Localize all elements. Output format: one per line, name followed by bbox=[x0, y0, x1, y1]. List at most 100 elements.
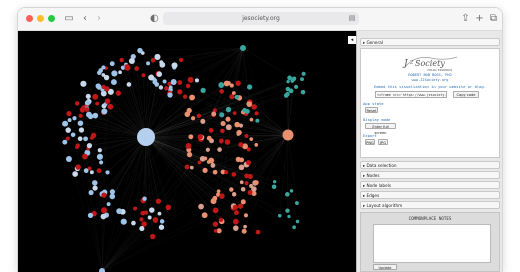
graph-node[interactable] bbox=[232, 225, 239, 231]
graph-node[interactable] bbox=[101, 73, 106, 77]
graph-node[interactable] bbox=[217, 147, 222, 152]
graph-node[interactable] bbox=[153, 218, 158, 223]
graph-node[interactable] bbox=[289, 189, 294, 193]
graph-node[interactable] bbox=[190, 116, 196, 121]
graph-node[interactable] bbox=[150, 233, 156, 240]
section-data-selection[interactable]: ▸ Data selection bbox=[360, 161, 500, 169]
graph-node[interactable] bbox=[234, 210, 239, 216]
graph-node[interactable] bbox=[189, 94, 195, 101]
graph-node[interactable] bbox=[85, 111, 92, 118]
graph-node[interactable] bbox=[234, 94, 240, 100]
graph-node[interactable] bbox=[118, 70, 122, 75]
graph-node[interactable] bbox=[170, 79, 177, 86]
graph-node[interactable] bbox=[80, 80, 87, 87]
graph-node[interactable] bbox=[184, 111, 191, 118]
graph-node[interactable] bbox=[142, 196, 147, 201]
graph-node[interactable] bbox=[107, 103, 114, 110]
graph-node[interactable] bbox=[285, 86, 291, 92]
graph-node[interactable] bbox=[72, 171, 78, 177]
graph-node[interactable] bbox=[109, 193, 116, 200]
graph-node[interactable] bbox=[241, 228, 247, 234]
graph-node[interactable] bbox=[95, 101, 100, 106]
graph-node[interactable] bbox=[255, 229, 261, 235]
graph-node[interactable] bbox=[141, 221, 147, 227]
graph-node[interactable] bbox=[198, 203, 204, 210]
graph-node[interactable] bbox=[255, 118, 260, 123]
notes-textarea[interactable] bbox=[373, 224, 491, 263]
graph-node[interactable] bbox=[72, 116, 77, 121]
graph-node[interactable] bbox=[225, 124, 232, 131]
graph-node[interactable] bbox=[287, 75, 292, 81]
graph-node[interactable] bbox=[184, 164, 190, 170]
graph-node[interactable] bbox=[285, 208, 290, 213]
graph-node[interactable] bbox=[212, 169, 218, 175]
graph-node[interactable] bbox=[243, 213, 249, 218]
graph-node[interactable] bbox=[292, 225, 296, 230]
graph-node[interactable] bbox=[67, 118, 72, 123]
graph-node[interactable] bbox=[210, 198, 217, 205]
graph-node[interactable] bbox=[205, 147, 210, 152]
graph-node[interactable] bbox=[124, 64, 130, 69]
graph-node[interactable] bbox=[218, 217, 224, 223]
graph-node[interactable] bbox=[301, 71, 306, 76]
graph-node[interactable] bbox=[120, 218, 127, 225]
graph-node[interactable] bbox=[244, 133, 249, 139]
graph-node[interactable] bbox=[295, 201, 299, 205]
graph-node[interactable] bbox=[139, 217, 144, 222]
graph-node[interactable] bbox=[65, 136, 70, 141]
graph-node[interactable] bbox=[199, 155, 206, 162]
graph-node[interactable] bbox=[187, 76, 194, 83]
graph-node[interactable] bbox=[133, 206, 137, 211]
graph-node[interactable] bbox=[249, 183, 254, 188]
graph-node[interactable] bbox=[66, 111, 72, 117]
graph-node[interactable] bbox=[249, 137, 254, 141]
graph-node[interactable] bbox=[188, 134, 194, 140]
graph-node[interactable] bbox=[88, 189, 94, 196]
graph-node[interactable] bbox=[237, 203, 244, 209]
update-notes-button[interactable]: Update bbox=[373, 264, 397, 270]
graph-node[interactable] bbox=[92, 180, 98, 186]
graph-node[interactable] bbox=[220, 128, 225, 134]
graph-node[interactable] bbox=[154, 82, 160, 87]
graph-node[interactable] bbox=[140, 210, 146, 216]
graph-node[interactable] bbox=[165, 204, 172, 211]
graph-node[interactable] bbox=[295, 219, 300, 224]
graph-node[interactable] bbox=[171, 62, 178, 69]
graph-node[interactable] bbox=[141, 73, 146, 78]
graph-node[interactable] bbox=[84, 107, 90, 112]
graph-node[interactable] bbox=[109, 189, 116, 195]
graph-node[interactable] bbox=[158, 224, 165, 230]
zoom-window-button[interactable] bbox=[48, 15, 55, 22]
privacy-shield-icon[interactable]: ◐ bbox=[150, 12, 159, 25]
graph-node[interactable] bbox=[224, 139, 231, 145]
graph-node[interactable] bbox=[82, 153, 88, 160]
graph-node[interactable] bbox=[287, 214, 291, 219]
graph-node[interactable] bbox=[200, 87, 206, 94]
graph-node[interactable] bbox=[84, 100, 91, 106]
graph-node[interactable] bbox=[253, 180, 259, 186]
graph-node[interactable] bbox=[158, 85, 164, 90]
graph-node[interactable] bbox=[246, 160, 252, 166]
graph-node[interactable] bbox=[116, 208, 123, 215]
graph-node[interactable] bbox=[134, 66, 140, 71]
graph-node[interactable] bbox=[75, 145, 79, 150]
graph-node[interactable] bbox=[101, 207, 108, 214]
graph-node[interactable] bbox=[208, 127, 214, 133]
graph-node[interactable] bbox=[231, 192, 237, 197]
graph-node[interactable] bbox=[101, 108, 108, 115]
graph-node[interactable] bbox=[238, 142, 244, 148]
graph-node[interactable] bbox=[101, 84, 106, 90]
graph-node[interactable] bbox=[78, 113, 83, 118]
graph-node[interactable] bbox=[251, 104, 257, 110]
graph-node[interactable] bbox=[164, 86, 169, 91]
collapse-panel-icon[interactable]: ◂ bbox=[348, 36, 356, 44]
section-node-labels[interactable]: ▸ Node labels bbox=[360, 181, 500, 189]
sidebar-toggle-icon[interactable]: ▭ bbox=[63, 12, 75, 25]
graph-node[interactable] bbox=[240, 186, 246, 192]
graph-node[interactable] bbox=[273, 180, 277, 184]
graph-node[interactable] bbox=[240, 199, 246, 205]
page-menu-icon[interactable]: ▤ bbox=[348, 12, 356, 25]
graph-node[interactable] bbox=[186, 151, 193, 158]
graph-node[interactable] bbox=[177, 80, 183, 85]
graph-node[interactable] bbox=[75, 164, 81, 170]
